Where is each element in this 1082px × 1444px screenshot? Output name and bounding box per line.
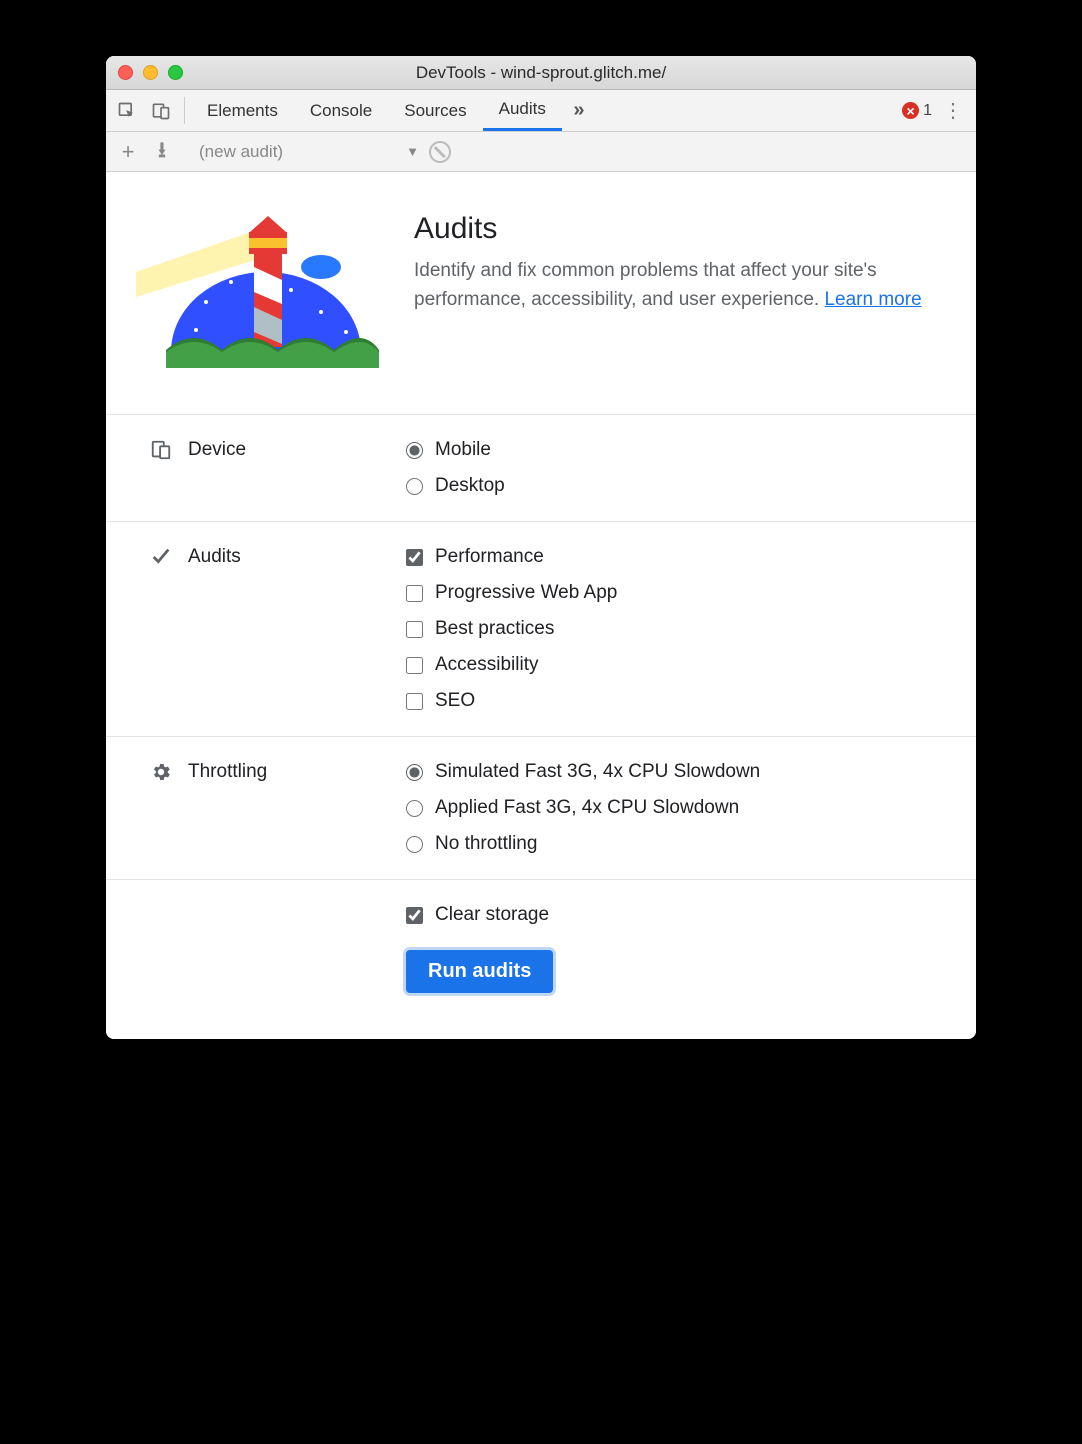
device-toolbar-icon[interactable]	[144, 90, 178, 131]
chevron-down-icon: ▼	[406, 144, 419, 159]
audits-toolbar: + ⭳ (new audit) ▼	[106, 132, 976, 172]
new-audit-icon[interactable]: +	[116, 139, 140, 165]
devtools-window: DevTools - wind-sprout.glitch.me/ Elemen…	[106, 56, 976, 1039]
device-option-desktop[interactable]: Desktop	[406, 475, 505, 497]
throttling-radio-applied[interactable]	[406, 800, 423, 817]
device-radio-mobile[interactable]	[406, 442, 423, 459]
inspect-element-icon[interactable]	[110, 90, 144, 131]
device-radio-desktop[interactable]	[406, 478, 423, 495]
hero-description: Identify and fix common problems that af…	[414, 256, 946, 315]
main-tabs-row: Elements Console Sources Audits » 1 ⋮	[106, 90, 976, 132]
audit-option-best-practices[interactable]: Best practices	[406, 618, 617, 640]
throttling-option-applied[interactable]: Applied Fast 3G, 4x CPU Slowdown	[406, 797, 760, 819]
more-tabs-icon[interactable]: »	[562, 90, 596, 131]
audits-options: Performance Progressive Web App Best pra…	[406, 546, 617, 712]
throttling-label: Throttling	[188, 761, 267, 783]
error-count: 1	[923, 102, 932, 120]
throttling-radio-none[interactable]	[406, 836, 423, 853]
device-label: Device	[188, 439, 246, 461]
audits-hero: Audits Identify and fix common problems …	[106, 172, 976, 414]
tab-sources[interactable]: Sources	[388, 90, 482, 131]
section-audits: Audits Performance Progressive Web App B…	[106, 521, 976, 736]
download-report-icon[interactable]: ⭳	[150, 133, 174, 171]
audit-select[interactable]: (new audit) ▼	[199, 142, 419, 162]
audit-check-performance[interactable]	[406, 549, 423, 566]
section-device: Device Mobile Desktop	[106, 414, 976, 521]
device-icon	[150, 439, 172, 461]
titlebar: DevTools - wind-sprout.glitch.me/	[106, 56, 976, 90]
page-title: Audits	[414, 212, 946, 246]
clear-icon[interactable]	[429, 141, 451, 163]
close-window-button[interactable]	[118, 65, 133, 80]
learn-more-link[interactable]: Learn more	[824, 289, 921, 310]
error-icon	[902, 102, 919, 119]
gear-icon	[150, 761, 172, 783]
throttling-option-simulated[interactable]: Simulated Fast 3G, 4x CPU Slowdown	[406, 761, 760, 783]
tab-divider	[184, 97, 185, 124]
check-icon	[150, 546, 172, 568]
audit-option-performance[interactable]: Performance	[406, 546, 617, 568]
tab-elements[interactable]: Elements	[191, 90, 294, 131]
tab-console[interactable]: Console	[294, 90, 388, 131]
audits-content: Audits Identify and fix common problems …	[106, 172, 976, 1039]
window-controls	[106, 65, 183, 80]
section-throttling: Throttling Simulated Fast 3G, 4x CPU Slo…	[106, 736, 976, 879]
device-option-mobile[interactable]: Mobile	[406, 439, 505, 461]
run-audits-button[interactable]: Run audits	[406, 950, 553, 993]
audit-check-pwa[interactable]	[406, 585, 423, 602]
footer-section: Clear storage Run audits	[106, 879, 976, 1039]
throttling-radio-simulated[interactable]	[406, 764, 423, 781]
throttling-option-none[interactable]: No throttling	[406, 833, 760, 855]
hero-text: Audits Identify and fix common problems …	[414, 212, 946, 315]
audit-option-pwa[interactable]: Progressive Web App	[406, 582, 617, 604]
audit-check-accessibility[interactable]	[406, 657, 423, 674]
device-options: Mobile Desktop	[406, 439, 505, 497]
throttling-options: Simulated Fast 3G, 4x CPU Slowdown Appli…	[406, 761, 760, 855]
minimize-window-button[interactable]	[143, 65, 158, 80]
clear-storage-option[interactable]: Clear storage	[406, 904, 549, 926]
lighthouse-logo	[136, 212, 386, 382]
window-title: DevTools - wind-sprout.glitch.me/	[106, 63, 976, 83]
audit-check-seo[interactable]	[406, 693, 423, 710]
audit-option-accessibility[interactable]: Accessibility	[406, 654, 617, 676]
clear-storage-checkbox[interactable]	[406, 907, 423, 924]
audits-label: Audits	[188, 546, 241, 568]
tab-audits[interactable]: Audits	[483, 90, 562, 131]
zoom-window-button[interactable]	[168, 65, 183, 80]
audit-select-label: (new audit)	[199, 142, 283, 162]
audit-option-seo[interactable]: SEO	[406, 690, 617, 712]
error-badge[interactable]: 1	[898, 90, 936, 131]
settings-menu-button[interactable]: ⋮	[936, 90, 970, 131]
audit-check-best-practices[interactable]	[406, 621, 423, 638]
